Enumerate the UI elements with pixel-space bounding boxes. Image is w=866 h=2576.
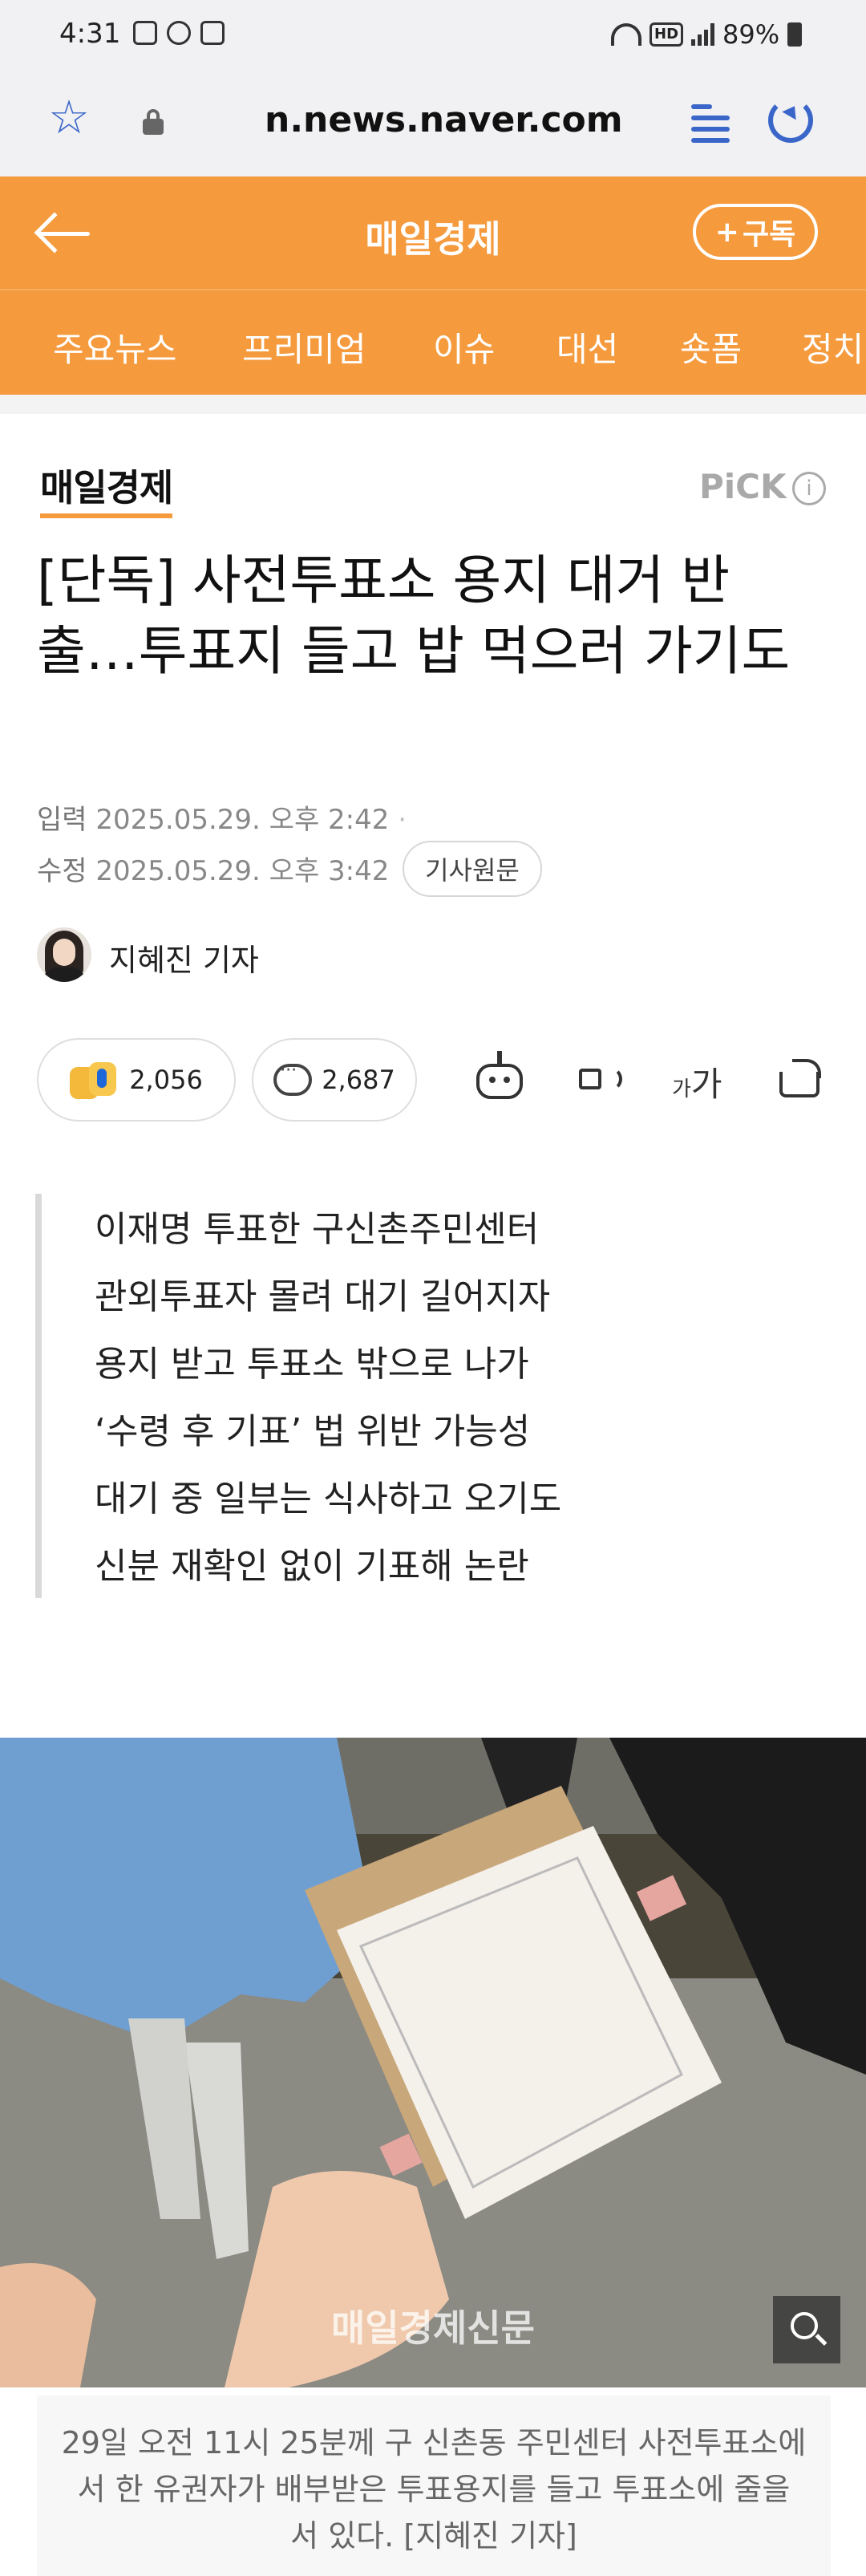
summary-line: 신분 재확인 없이 기표해 논란 bbox=[95, 1546, 529, 1587]
signal-icon bbox=[691, 23, 715, 46]
battery-percent: 89% bbox=[722, 19, 780, 50]
modified-date-label: 수정 bbox=[37, 855, 87, 887]
subscribe-button[interactable]: + 구독 bbox=[693, 204, 818, 260]
nav-item-election[interactable]: 대선 bbox=[556, 323, 618, 371]
status-time: 4:31 bbox=[59, 18, 121, 50]
comment-icon bbox=[273, 1061, 313, 1096]
browser-url-bar: ☆ n.news.naver.com bbox=[0, 74, 866, 176]
reader-mode-icon[interactable] bbox=[691, 101, 730, 143]
nav-item-premium[interactable]: 프리미엄 bbox=[242, 323, 366, 371]
dot-separator: · bbox=[398, 804, 407, 836]
gallery-icon bbox=[133, 21, 157, 45]
font-small-glyph: 가 bbox=[672, 1077, 691, 1101]
modified-date: 2025.05.29. 오후 3:42 bbox=[95, 855, 390, 887]
pick-badge: PiCK bbox=[699, 467, 787, 506]
share-icon[interactable] bbox=[779, 1054, 824, 1099]
bookmark-star-icon[interactable]: ☆ bbox=[48, 93, 90, 141]
subscribe-label: 구독 bbox=[742, 218, 796, 251]
summary-quote-bar bbox=[35, 1194, 42, 1598]
app-header: 매일경제 + 구독 bbox=[0, 176, 866, 289]
plus-icon: + bbox=[714, 215, 739, 249]
info-icon[interactable]: i bbox=[792, 472, 826, 505]
font-size-icon[interactable]: 가가 bbox=[672, 1057, 722, 1106]
url-text[interactable]: n.news.naver.com bbox=[265, 99, 623, 140]
ai-summary-robot-icon[interactable] bbox=[473, 1051, 526, 1104]
summary-line: 대기 중 일부는 식사하고 오기도 bbox=[95, 1479, 562, 1519]
photo-caption: 29일 오전 11시 25분께 구 신촌동 주민센터 사전투표소에서 한 유권자… bbox=[37, 2395, 831, 2576]
article-headline: [단독] 사전투표소 용지 대거 반출…투표지 들고 밥 먹으러 가기도 bbox=[37, 550, 791, 682]
wifi-icon bbox=[611, 23, 641, 46]
zoom-button[interactable] bbox=[773, 2296, 840, 2363]
reporter-name[interactable]: 지혜진 기자 bbox=[109, 935, 259, 980]
summary-line: 이재명 투표한 구신촌주민센터 bbox=[95, 1209, 540, 1250]
lock-icon[interactable] bbox=[143, 109, 164, 135]
reporter-avatar[interactable] bbox=[37, 927, 91, 982]
summary-line: 용지 받고 투표소 밖으로 나가 bbox=[95, 1344, 529, 1385]
nav-item-shortform[interactable]: 숏폼 bbox=[680, 323, 742, 371]
divider bbox=[0, 395, 866, 414]
font-large-glyph: 가 bbox=[690, 1065, 722, 1104]
article-photo[interactable]: 매일경제신문 bbox=[0, 1738, 866, 2387]
system-icons: HD 89% bbox=[611, 19, 803, 50]
summary-line: ‘수령 후 기표’ 법 위반 가능성 bbox=[95, 1411, 531, 1452]
nav-item-politics[interactable]: 정치 bbox=[802, 323, 864, 371]
reaction-count: 2,056 bbox=[129, 1065, 203, 1095]
ballot-photo-illustration bbox=[0, 1738, 866, 2387]
comment-button[interactable]: 2,687 bbox=[252, 1038, 417, 1122]
input-date-line: 입력 2025.05.29. 오후 2:42 · bbox=[37, 797, 407, 837]
zoom-icon bbox=[791, 2312, 818, 2339]
input-date: 2025.05.29. 오후 2:42 bbox=[95, 804, 390, 836]
battery-icon bbox=[787, 22, 803, 47]
hd-badge: HD bbox=[650, 22, 684, 47]
status-bar: 4:31 HD 89% bbox=[0, 0, 866, 74]
category-nav: 주요뉴스 프리미엄 이슈 대선 숏폼 정치 bbox=[0, 289, 866, 395]
photo-watermark: 매일경제신문 bbox=[331, 2306, 535, 2350]
publisher-logo[interactable]: 매일경제 bbox=[40, 459, 173, 518]
input-date-label: 입력 bbox=[37, 804, 87, 836]
app-icon bbox=[167, 21, 191, 45]
notification-icons bbox=[133, 21, 225, 45]
modified-date-line: 수정 2025.05.29. 오후 3:42 bbox=[37, 849, 389, 888]
reaction-button[interactable]: 2,056 bbox=[37, 1038, 236, 1122]
original-article-button[interactable]: 기사원문 bbox=[403, 841, 542, 897]
speaker-icon[interactable] bbox=[577, 1056, 625, 1101]
thumbs-up-icon bbox=[70, 1059, 119, 1101]
notification-icon bbox=[200, 21, 225, 45]
summary-line: 관외투표자 몰려 대기 길어지자 bbox=[95, 1276, 551, 1317]
nav-item-issue[interactable]: 이슈 bbox=[433, 323, 495, 371]
nav-item-main-news[interactable]: 주요뉴스 bbox=[53, 323, 177, 371]
comment-count: 2,687 bbox=[322, 1065, 395, 1095]
refresh-icon[interactable] bbox=[768, 98, 813, 143]
